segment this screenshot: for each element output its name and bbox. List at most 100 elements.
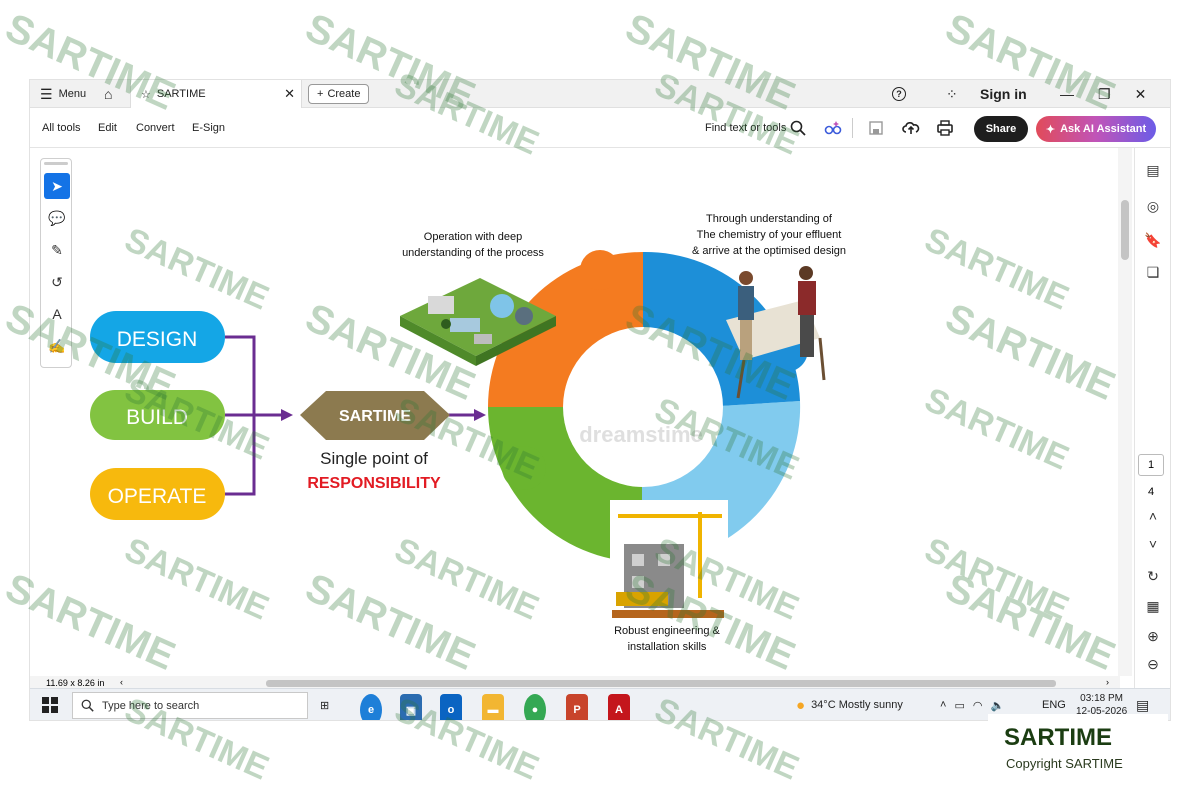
- share-button[interactable]: Share: [974, 116, 1028, 142]
- design-caption-3: & arrive at the optimised design: [692, 245, 846, 257]
- chrome-icon[interactable]: ●: [524, 694, 546, 720]
- ai-compare-icon[interactable]: [824, 108, 842, 148]
- puzzle-knob-green: [502, 446, 546, 490]
- volume-icon[interactable]: 🔈: [990, 699, 1004, 712]
- title-bar: ☰ Menu ⌂ ☆ SARTIME ✕ + Create ? ⁘ Sign i…: [30, 80, 1170, 108]
- copyright-text: Copyright SARTIME: [1006, 756, 1123, 771]
- puzzle-center: [563, 327, 723, 487]
- quick-tools-panel: ➤ 💬 ✎ ↺ A ✍: [40, 158, 72, 368]
- sign-icon[interactable]: ✍: [44, 333, 70, 359]
- right-rail: ▤ ◎ 🔖 ❏ ˄ ˅ ↻ ▦ ⊕ ⊖: [1134, 148, 1170, 688]
- ask-ai-assistant-button[interactable]: ✦ Ask AI Assistant: [1036, 116, 1156, 142]
- minimize-icon[interactable]: —: [1060, 86, 1074, 102]
- window-controls: — ❐ ✕: [1060, 80, 1146, 108]
- ai-label: Ask AI Assistant: [1060, 123, 1147, 135]
- scroll-up-icon[interactable]: ˄: [1141, 504, 1165, 528]
- find-text-tools[interactable]: Find text or tools: [705, 108, 806, 148]
- page-info-icon[interactable]: ▦: [1141, 594, 1165, 618]
- windows-start-icon[interactable]: [42, 689, 58, 720]
- weather-widget[interactable]: ● 34°C Mostly sunny: [796, 689, 903, 720]
- weather-text: 34°C Mostly sunny: [811, 699, 903, 711]
- build-label: BUILD: [126, 406, 188, 429]
- print-icon[interactable]: [936, 108, 954, 148]
- find-label: Find text or tools: [705, 122, 787, 134]
- design-caption-2: The chemistry of your effluent: [697, 229, 842, 241]
- operation-caption-2: understanding of the process: [402, 247, 544, 259]
- home-button[interactable]: ⌂: [104, 80, 112, 108]
- vertical-scroll-thumb[interactable]: [1121, 200, 1129, 260]
- comments-panel-icon[interactable]: ◎: [1141, 194, 1165, 218]
- zoom-in-icon[interactable]: ⊕: [1141, 624, 1165, 648]
- toolbar-all-tools[interactable]: All tools: [42, 108, 81, 148]
- rotate-icon[interactable]: ↻: [1141, 564, 1165, 588]
- store-icon[interactable]: ▣: [400, 694, 422, 720]
- edge-icon[interactable]: e: [360, 694, 382, 720]
- stock-watermark: dreamstime: [579, 422, 703, 447]
- wifi-icon[interactable]: ◠: [973, 699, 983, 712]
- upload-cloud-icon[interactable]: [902, 108, 920, 148]
- sign-in-button[interactable]: Sign in: [980, 80, 1027, 108]
- ai-summary-icon[interactable]: ▤: [1141, 158, 1165, 182]
- toolbar-convert[interactable]: Convert: [136, 108, 175, 148]
- close-window-icon[interactable]: ✕: [1135, 86, 1147, 103]
- puzzle-knob-orange: [580, 250, 620, 290]
- apps-icon[interactable]: ⁘: [946, 80, 958, 108]
- document-tab[interactable]: ☆ SARTIME ✕: [130, 80, 302, 108]
- file-explorer-icon[interactable]: ▬: [482, 694, 504, 720]
- maximize-icon[interactable]: ❐: [1098, 86, 1111, 103]
- bookmark-icon[interactable]: 🔖: [1141, 228, 1165, 252]
- document-canvas[interactable]: DESIGN BUILD OPERATE SARTIME Single poin…: [78, 148, 1118, 676]
- menu-button[interactable]: ☰ Menu: [40, 80, 86, 108]
- design-label: DESIGN: [117, 328, 198, 351]
- main-toolbar: All tools Edit Convert E-Sign Find text …: [30, 108, 1170, 148]
- operation-caption-1: Operation with deep: [424, 231, 522, 243]
- text-box-icon[interactable]: A: [44, 301, 70, 327]
- page-number-input[interactable]: 1: [1138, 454, 1164, 476]
- ai-sparkle-icon: ✦: [1045, 123, 1056, 136]
- search-icon: [791, 120, 806, 136]
- connector-lines: [225, 335, 284, 496]
- build-caption-1: Robust engineering &: [614, 625, 720, 637]
- create-button[interactable]: + Create: [308, 84, 370, 104]
- taskbar-search[interactable]: Type here to search: [72, 692, 308, 719]
- home-icon: ⌂: [104, 86, 113, 102]
- design-caption-1: Through understanding of: [706, 213, 833, 225]
- pages-thumbnail-icon[interactable]: ❏: [1141, 260, 1165, 284]
- menu-label: Menu: [58, 88, 87, 100]
- toolbar-e-sign[interactable]: E-Sign: [192, 108, 225, 148]
- hamburger-icon: ☰: [40, 85, 53, 102]
- battery-icon[interactable]: ▭: [954, 699, 964, 712]
- scroll-down-icon[interactable]: ˅: [1141, 532, 1165, 556]
- build-caption-2: installation skills: [628, 641, 707, 653]
- toolbar-edit[interactable]: Edit: [98, 108, 117, 148]
- select-cursor-icon[interactable]: ➤: [44, 173, 70, 199]
- panel-grip[interactable]: [44, 162, 68, 165]
- help-icon[interactable]: ?: [892, 80, 906, 108]
- clock-time: 03:18 PM: [1080, 693, 1123, 704]
- save-icon[interactable]: [868, 108, 884, 148]
- vertical-scrollbar[interactable]: [1118, 148, 1132, 676]
- draw-lasso-icon[interactable]: ↺: [44, 269, 70, 295]
- comment-icon[interactable]: 💬: [44, 205, 70, 231]
- zoom-out-icon[interactable]: ⊖: [1141, 652, 1165, 676]
- construction-illustration: [610, 500, 728, 620]
- hexagon-label: SARTIME: [339, 408, 411, 425]
- taskbar-search-icon: [81, 699, 94, 712]
- taskbar-search-placeholder: Type here to search: [102, 699, 200, 712]
- outlook-icon[interactable]: o: [440, 694, 462, 720]
- star-icon[interactable]: ☆: [141, 88, 151, 101]
- horizontal-scroll-thumb[interactable]: [266, 680, 1056, 687]
- scroll-left-icon[interactable]: ‹: [120, 677, 123, 687]
- toolbar-divider: [852, 118, 853, 138]
- scroll-right-icon[interactable]: ›: [1106, 677, 1109, 687]
- acrobat-icon[interactable]: A: [608, 694, 630, 720]
- copyright-badge: SARTIME Copyright SARTIME: [988, 714, 1168, 784]
- tray-chevron-icon[interactable]: ˄: [940, 699, 946, 711]
- close-tab-icon[interactable]: ✕: [284, 86, 295, 102]
- tagline-line-2: RESPONSIBILITY: [307, 475, 441, 492]
- highlight-pen-icon[interactable]: ✎: [44, 237, 70, 263]
- task-view-icon[interactable]: ⊞: [320, 689, 329, 720]
- powerpoint-icon[interactable]: P: [566, 694, 588, 720]
- operate-label: OPERATE: [108, 485, 207, 508]
- tab-title: SARTIME: [156, 88, 206, 100]
